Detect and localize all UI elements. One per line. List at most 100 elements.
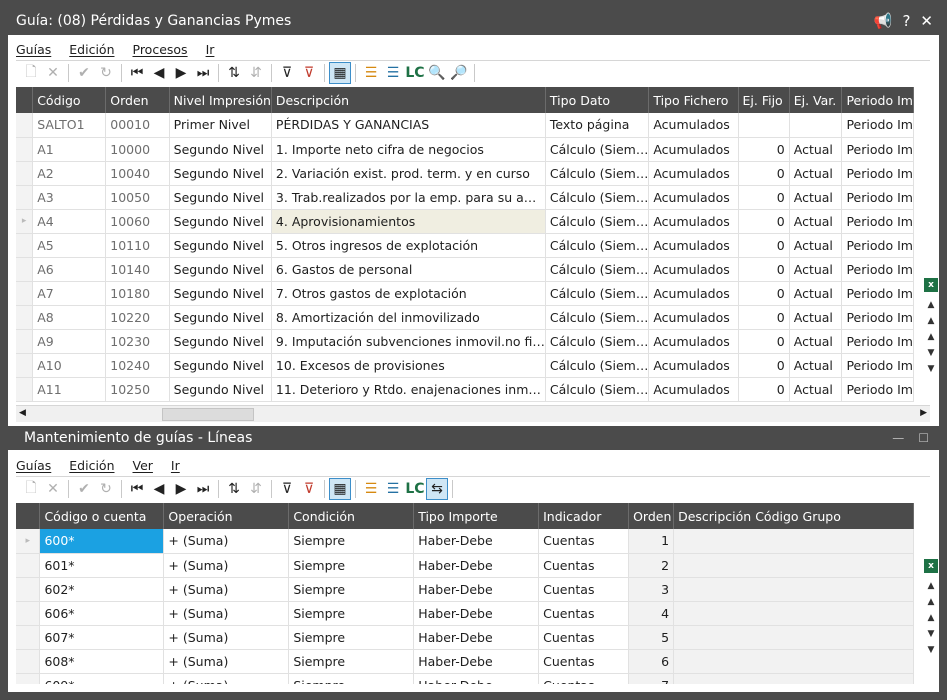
table-cell[interactable]: Acumulados (648, 233, 739, 258)
import-icon[interactable]: ☰ (382, 62, 404, 84)
table-row[interactable]: ▸ A4 10060 Segundo Nivel 4. Aprovisionamient… (16, 209, 914, 234)
table-cell[interactable]: 10180 (105, 281, 170, 306)
table-cell[interactable]: Cuentas (538, 673, 630, 684)
table-cell[interactable]: A9 (32, 329, 107, 354)
table-cell[interactable]: 7. Otros gastos de explotación (271, 281, 546, 306)
table-cell[interactable]: Periodo Im (841, 305, 914, 330)
table-cell[interactable]: Acumulados (648, 137, 739, 162)
table-cell[interactable]: Acumulados (648, 353, 739, 378)
table-cell[interactable]: Cálculo (Siem… (545, 209, 650, 234)
scroll-down-icon[interactable]: ▼ (928, 627, 935, 641)
table-cell[interactable]: A3 (32, 185, 107, 210)
table-cell[interactable]: 11. Deterioro y Rtdo. enajenaciones inm… (271, 377, 546, 402)
scroll-page-up-icon[interactable]: ▲ (928, 595, 935, 609)
table-cell[interactable]: 4 (628, 601, 675, 626)
table-cell[interactable]: Segundo Nivel (169, 257, 272, 282)
table-cell[interactable]: 00010 (105, 113, 170, 138)
table-cell[interactable]: 609* (39, 673, 165, 684)
table-cell[interactable]: Siempre (288, 553, 415, 578)
table-cell[interactable]: Periodo Im (841, 185, 914, 210)
table-cell[interactable]: Haber-Debe (413, 529, 540, 554)
search-icon[interactable]: 🔍 (426, 62, 448, 84)
clear-filter-icon[interactable]: ⊽ (298, 62, 320, 84)
table-cell[interactable]: Haber-Debe (413, 649, 540, 674)
table-cell[interactable]: Siempre (288, 577, 415, 602)
table-cell[interactable]: 2. Variación exist. prod. term. y en cur… (271, 161, 546, 186)
table-cell[interactable]: 10000 (105, 137, 170, 162)
advanced-search-icon[interactable]: 🔎 (448, 62, 470, 84)
row-selector[interactable] (16, 113, 34, 138)
row-selector[interactable] (16, 577, 41, 602)
table-cell[interactable]: 10110 (105, 233, 170, 258)
table-cell[interactable]: Haber-Debe (413, 625, 540, 650)
table-cell[interactable]: 0 (738, 233, 790, 258)
table-cell[interactable]: 0 (738, 185, 790, 210)
table-cell[interactable]: 10140 (105, 257, 170, 282)
row-selector[interactable] (16, 649, 41, 674)
scroll-page-up-icon[interactable]: ▲ (928, 314, 935, 328)
next-record-icon[interactable]: ▶ (170, 478, 192, 500)
table-cell[interactable]: Cálculo (Siem… (545, 377, 650, 402)
table-cell[interactable]: Periodo Im (841, 113, 914, 138)
table-row[interactable]: 609*+ (Suma)SiempreHaber-DebeCuentas7 (16, 673, 914, 684)
table-row[interactable]: 602* + (Suma) Siempre Haber-Debe Cuentas 3 (16, 577, 914, 602)
table-cell[interactable]: Actual (789, 257, 843, 282)
row-selector[interactable] (16, 625, 41, 650)
table-cell[interactable]: A10 (32, 353, 107, 378)
table-cell[interactable]: + (Suma) (163, 529, 290, 554)
next-record-icon[interactable]: ▶ (170, 62, 192, 84)
table-cell[interactable]: 6. Gastos de personal (271, 257, 546, 282)
table-cell[interactable]: 9. Imputación subvenciones inmovil.no fi… (271, 329, 546, 354)
columns-icon[interactable]: LC (404, 62, 426, 84)
close-icon[interactable]: ✕ (920, 8, 933, 35)
table-cell[interactable]: 0 (738, 257, 790, 282)
row-selector[interactable] (16, 305, 34, 330)
table-cell[interactable]: 0 (738, 353, 790, 378)
table-cell[interactable] (673, 601, 914, 626)
table-cell[interactable]: Siempre (288, 625, 415, 650)
first-record-icon[interactable]: ⏮ (126, 478, 148, 500)
table-cell[interactable] (738, 113, 790, 138)
column-header[interactable]: Ej. Fijo (738, 87, 790, 113)
table-cell[interactable]: 10060 (105, 209, 170, 234)
table-cell[interactable]: 0 (738, 137, 790, 162)
table-row[interactable]: A6 10140 Segundo Nivel 6. Gastos de persona… (16, 257, 914, 282)
table-cell[interactable]: + (Suma) (163, 577, 290, 602)
table-cell[interactable]: Siempre (288, 601, 415, 626)
delete-icon[interactable]: ✕ (42, 478, 64, 500)
table-cell[interactable]: Acumulados (648, 329, 739, 354)
sort-icon[interactable]: ⇅ (223, 478, 245, 500)
table-cell[interactable]: 8. Amortización del inmovilizado (271, 305, 546, 330)
table-cell[interactable]: Segundo Nivel (169, 353, 272, 378)
table-cell[interactable]: Acumulados (648, 113, 739, 138)
column-header[interactable]: Código (32, 87, 107, 113)
table-cell[interactable]: Segundo Nivel (169, 305, 272, 330)
scroll-top-icon[interactable]: ▲ (928, 298, 935, 312)
table-cell[interactable]: Periodo Im (841, 377, 914, 402)
table-cell[interactable]: Cálculo (Siem… (545, 305, 650, 330)
table-cell[interactable]: Acumulados (648, 209, 739, 234)
table-cell[interactable]: Cálculo (Siem… (545, 257, 650, 282)
row-selector[interactable] (16, 161, 34, 186)
column-header[interactable]: Descripción Código Grupo (673, 503, 914, 529)
menu-guias[interactable]: Guías (16, 42, 51, 62)
clear-filter-icon[interactable]: ⊽ (298, 478, 320, 500)
table-cell[interactable]: Segundo Nivel (169, 281, 272, 306)
row-selector[interactable] (16, 329, 34, 354)
table-row[interactable]: SALTO1 00010 Primer Nivel PÉRDIDAS Y GANANC… (16, 113, 914, 138)
table-cell[interactable]: 600* (39, 529, 165, 554)
table-cell[interactable]: Cuentas (538, 649, 630, 674)
row-selector[interactable] (16, 377, 34, 402)
scroll-down-icon[interactable]: ▼ (928, 346, 935, 360)
column-header[interactable]: Tipo Dato (545, 87, 650, 113)
table-cell[interactable]: Cuentas (538, 625, 630, 650)
previous-record-icon[interactable]: ◀ (148, 62, 170, 84)
table-cell[interactable]: Periodo Im (841, 329, 914, 354)
row-selector[interactable] (16, 553, 41, 578)
column-header[interactable]: Tipo Importe (413, 503, 540, 529)
table-cell[interactable] (789, 113, 843, 138)
table-cell[interactable]: Actual (789, 185, 843, 210)
table-cell[interactable]: 7 (628, 673, 675, 684)
row-selector[interactable] (16, 257, 34, 282)
table-cell[interactable]: 0 (738, 281, 790, 306)
